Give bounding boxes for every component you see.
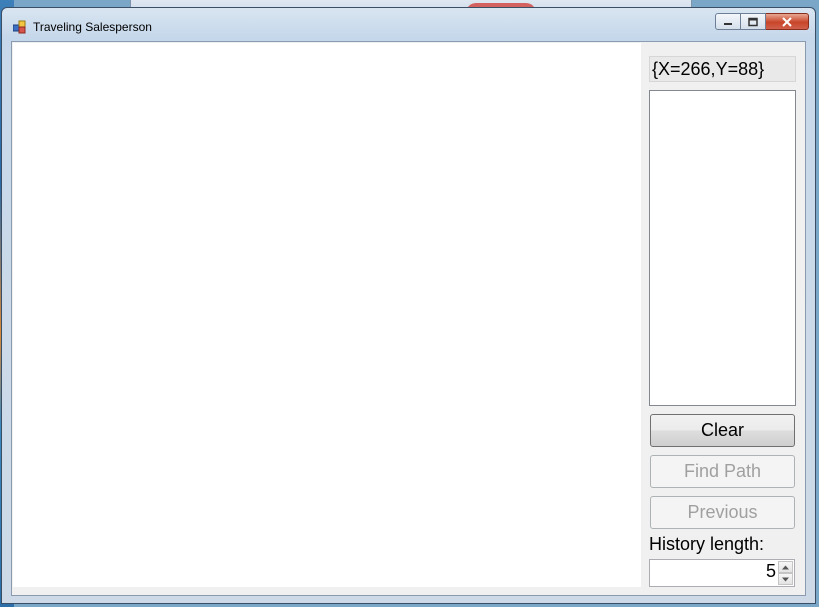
minimize-icon <box>724 22 732 25</box>
title-bar[interactable]: Traveling Salesperson <box>2 8 815 38</box>
history-length-label: History length: <box>649 534 765 554</box>
chevron-down-icon <box>782 577 789 581</box>
minimize-button[interactable] <box>715 13 741 30</box>
history-listbox[interactable] <box>649 90 796 406</box>
stepper-arrows <box>778 561 793 585</box>
maximize-button[interactable] <box>741 13 766 30</box>
history-length-value[interactable]: 5 <box>766 561 776 582</box>
app-icon <box>13 20 26 34</box>
close-icon <box>782 16 792 27</box>
caption-buttons <box>715 13 809 31</box>
stepper-up-button[interactable] <box>778 561 793 573</box>
clear-button[interactable]: Clear <box>650 414 795 447</box>
find-path-button[interactable]: Find Path <box>650 455 795 488</box>
app-window: Traveling Salesperson {X=266,Y=88} Clear… <box>1 7 816 604</box>
chevron-up-icon <box>782 565 789 569</box>
coordinate-readout: {X=266,Y=88} <box>649 56 796 82</box>
maximize-icon <box>748 17 758 26</box>
window-title: Traveling Salesperson <box>33 20 152 34</box>
stepper-down-button[interactable] <box>778 573 793 585</box>
close-button[interactable] <box>766 13 809 30</box>
drawing-canvas[interactable] <box>13 43 641 587</box>
history-length-stepper[interactable]: 5 <box>649 559 795 587</box>
client-area: {X=266,Y=88} Clear Find Path Previous Hi… <box>11 41 806 596</box>
previous-button[interactable]: Previous <box>650 496 795 529</box>
